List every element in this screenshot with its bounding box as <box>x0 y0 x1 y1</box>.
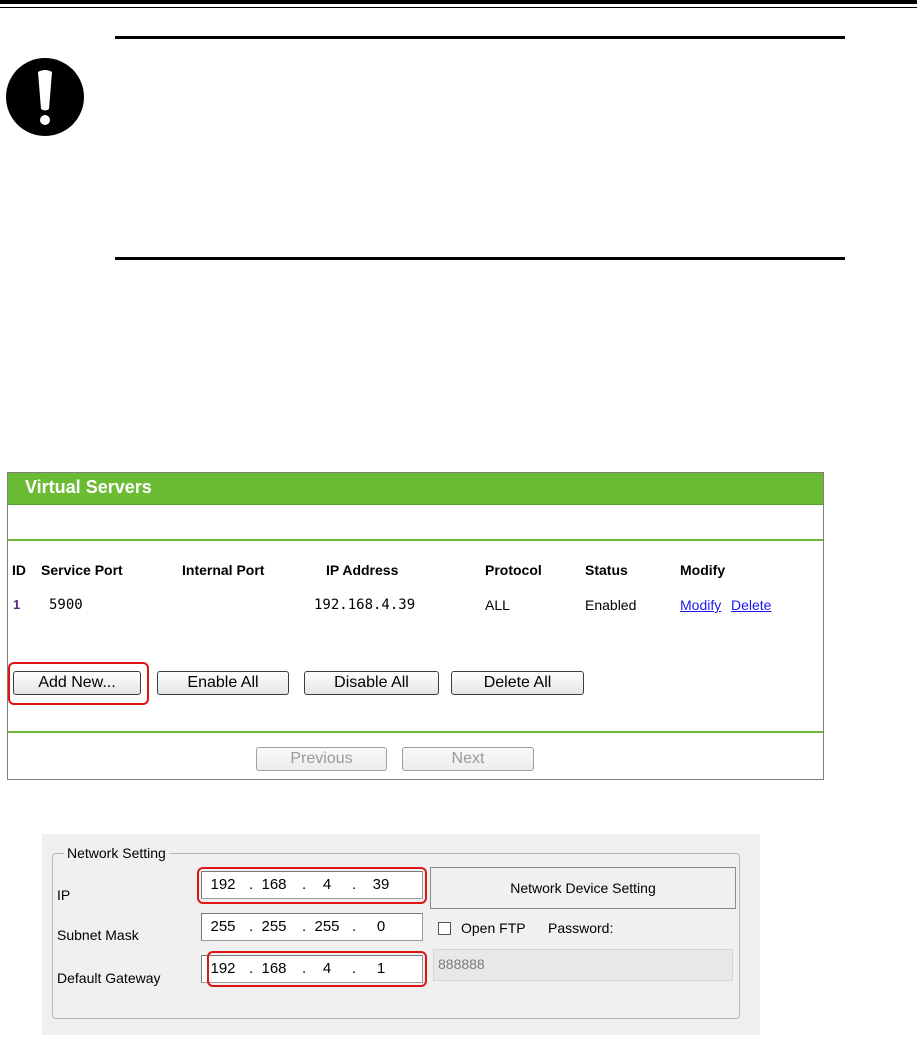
network-setting-panel: Network Setting IP 192 . 168 . 4 . 39 Ne… <box>42 834 760 1035</box>
enable-all-button[interactable]: Enable All <box>157 671 289 695</box>
column-header-status: Status <box>585 562 628 578</box>
disable-all-button[interactable]: Disable All <box>304 671 439 695</box>
note-rule-bottom <box>115 257 845 260</box>
column-header-protocol: Protocol <box>485 562 542 578</box>
subnet-octet-2[interactable]: 255 <box>255 918 293 935</box>
subnet-octet-1[interactable]: 255 <box>204 918 242 935</box>
subnet-octet-4[interactable]: 0 <box>362 918 400 935</box>
modify-link[interactable]: Modify <box>680 597 721 613</box>
subnet-dot: . <box>302 918 307 935</box>
password-label: Password: <box>548 920 614 936</box>
virtual-servers-header: Virtual Servers <box>8 473 823 505</box>
table-bottom-divider <box>8 731 823 733</box>
column-header-service-port: Service Port <box>41 562 123 578</box>
column-header-modify: Modify <box>680 562 726 578</box>
virtual-servers-panel: Virtual Servers ID Service Port Internal… <box>7 472 824 780</box>
delete-all-button[interactable]: Delete All <box>451 671 584 695</box>
ip-highlight <box>197 867 427 904</box>
column-header-id: ID <box>12 562 26 578</box>
subnet-dot: . <box>352 918 357 935</box>
row-status: Enabled <box>585 597 637 613</box>
top-rule-thick <box>0 0 917 4</box>
add-new-highlight <box>8 662 149 705</box>
column-header-internal-port: Internal Port <box>182 562 265 578</box>
row-ip-address: 192.168.4.39 <box>314 597 416 613</box>
ip-label: IP <box>57 887 71 903</box>
column-header-ip-address: IP Address <box>326 562 399 578</box>
subnet-mask-label: Subnet Mask <box>57 927 139 943</box>
row-service-port: 5900 <box>49 597 83 613</box>
top-rule-thin <box>0 7 917 8</box>
table-top-divider <box>8 539 823 541</box>
delete-link[interactable]: Delete <box>731 597 771 613</box>
virtual-servers-title: Virtual Servers <box>25 477 152 497</box>
subnet-octet-3[interactable]: 255 <box>308 918 346 935</box>
password-field[interactable]: 888888 <box>433 949 733 981</box>
subnet-dot: . <box>249 918 254 935</box>
network-device-setting-button[interactable]: Network Device Setting <box>430 867 736 909</box>
open-ftp-label: Open FTP <box>461 920 526 936</box>
open-ftp-checkbox[interactable] <box>438 922 451 935</box>
row-protocol: ALL <box>485 597 510 613</box>
previous-button[interactable]: Previous <box>256 747 387 771</box>
row-id: 1 <box>13 597 21 612</box>
network-setting-legend: Network Setting <box>64 845 169 861</box>
gateway-highlight <box>207 951 427 987</box>
note-rule-top <box>115 36 845 39</box>
exclamation-icon <box>6 58 84 136</box>
default-gateway-label: Default Gateway <box>57 970 161 986</box>
next-button[interactable]: Next <box>402 747 534 771</box>
subnet-mask-field[interactable]: 255 . 255 . 255 . 0 <box>201 913 423 941</box>
